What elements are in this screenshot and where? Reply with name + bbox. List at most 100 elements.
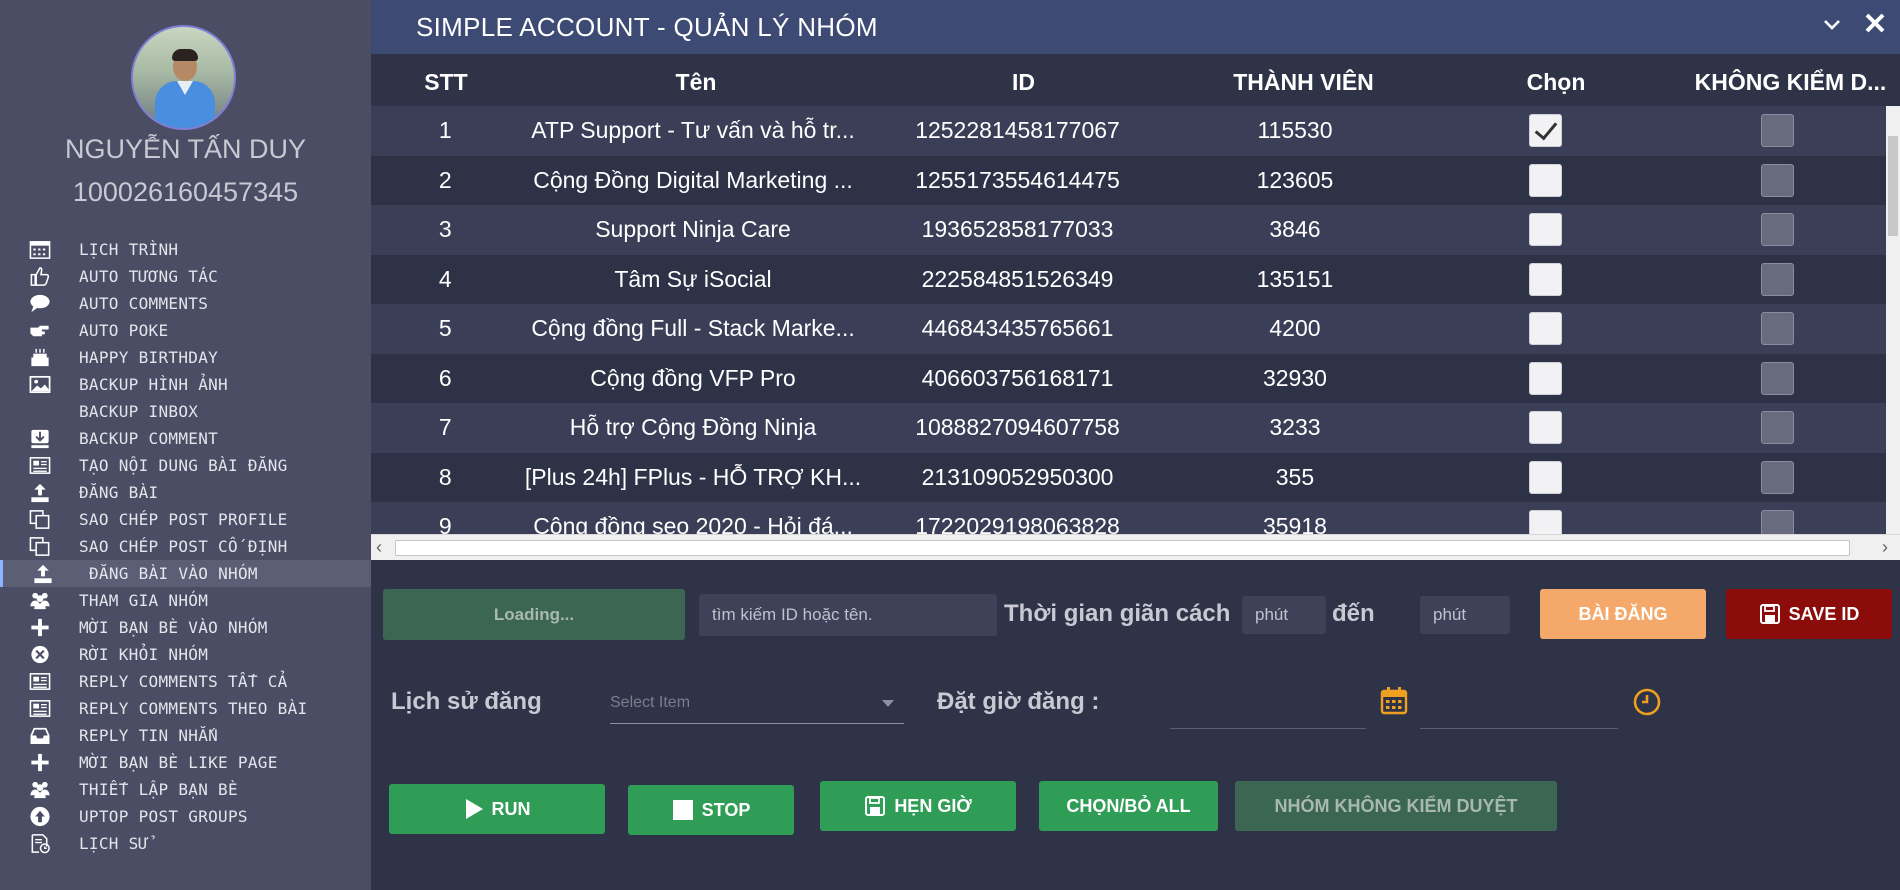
calendar-icon[interactable]	[1379, 686, 1409, 716]
sidebar-item-6[interactable]: BACKUP INBOX	[0, 398, 371, 425]
cell-ten: Cộng đồng VFP Pro	[590, 364, 796, 391]
sidebar-item-17[interactable]: REPLY COMMENTS THEO BÀI	[0, 695, 371, 722]
select-checkbox[interactable]	[1528, 361, 1562, 395]
search-input[interactable]	[699, 594, 997, 636]
calendar-icon	[27, 238, 53, 261]
sidebar-item-15[interactable]: RỜI KHỎI NHÓM	[0, 641, 371, 668]
sidebar-item-2[interactable]: AUTO COMMENTS	[0, 290, 371, 317]
clock-icon[interactable]	[1632, 687, 1662, 717]
sidebar-item-10[interactable]: SAO CHÉP POST PROFILE	[0, 506, 371, 533]
table-row[interactable]: 6 Cộng đồng VFP Pro 406603756168171 32930	[371, 353, 1886, 403]
table-row[interactable]: 3 Support Ninja Care 193652858177033 3846	[371, 205, 1886, 255]
sidebar-item-8[interactable]: TẠO NỘI DUNG BÀI ĐĂNG	[0, 452, 371, 479]
select-checkbox[interactable]	[1528, 460, 1562, 494]
post-button[interactable]: BÀI ĐĂNG	[1540, 589, 1706, 639]
sidebar-item-14[interactable]: MỜI BẠN BÈ VÀO NHÓM	[0, 614, 371, 641]
select-checkbox[interactable]	[1528, 213, 1562, 247]
schedule-label: Đặt giờ đăng :	[937, 688, 1100, 715]
sidebar-item-18[interactable]: REPLY TIN NHẮN	[0, 722, 371, 749]
close-button[interactable]	[1861, 11, 1889, 39]
no-review-checkbox[interactable]	[1761, 460, 1794, 494]
sidebar-item-label: REPLY TIN NHẮN	[79, 726, 219, 745]
select-checkbox[interactable]	[1528, 163, 1562, 197]
no-review-checkbox[interactable]	[1761, 510, 1794, 534]
table-row[interactable]: 4 Tâm Sự iSocial 222584851526349 135151	[371, 254, 1886, 304]
table-row[interactable]: 9 Cộng đồng seo 2020 - Hỏi đá... 172202919…	[371, 502, 1886, 534]
header-chon[interactable]: Chọn	[1431, 54, 1681, 104]
header-thanh-vien[interactable]: THÀNH VIÊN	[1176, 54, 1431, 104]
inbox-icon	[27, 724, 53, 747]
sidebar-item-21[interactable]: UPTOP POST GROUPS	[0, 803, 371, 830]
select-checkbox[interactable]	[1528, 312, 1562, 346]
no-review-checkbox[interactable]	[1761, 262, 1794, 296]
no-review-checkbox[interactable]	[1761, 361, 1794, 395]
no-review-checkbox[interactable]	[1761, 411, 1794, 445]
avatar[interactable]	[131, 25, 236, 130]
table-row[interactable]: 2 Cộng Đồng Digital Marketing ... 12551735…	[371, 155, 1886, 205]
cell-id: 1252281458177067	[915, 117, 1120, 144]
vertical-scrollbar[interactable]	[1886, 106, 1900, 534]
sidebar-item-1[interactable]: AUTO TƯƠNG TÁC	[0, 263, 371, 290]
schedule-time-field[interactable]	[1420, 728, 1618, 729]
table-row[interactable]: 8 [Plus 24h] FPlus - HỖ TRỢ KH... 21310905…	[371, 452, 1886, 502]
header-stt[interactable]: STT	[371, 54, 521, 104]
sidebar-item-3[interactable]: AUTO POKE	[0, 317, 371, 344]
select-checkbox[interactable]	[1528, 411, 1562, 445]
table-row[interactable]: 7 Hỗ trợ Cộng Đồng Ninja 1088827094607758 3…	[371, 403, 1886, 453]
schedule-date-field[interactable]	[1170, 728, 1366, 729]
no-review-checkbox[interactable]	[1761, 312, 1794, 346]
sidebar-item-label: ĐĂNG BÀI VÀO NHÓM	[89, 564, 258, 583]
sidebar-item-19[interactable]: MỜI BẠN BÈ LIKE PAGE	[0, 749, 371, 776]
table-row[interactable]: 5 Cộng đồng Full - Stack Marke... 44684343…	[371, 304, 1886, 354]
sidebar-item-label: BACKUP COMMENT	[79, 429, 219, 448]
sidebar-item-12[interactable]: ĐĂNG BÀI VÀO NHÓM	[0, 560, 371, 587]
no-review-checkbox[interactable]	[1761, 213, 1794, 247]
loading-button[interactable]: Loading...	[383, 589, 685, 640]
minimize-button[interactable]	[1819, 13, 1845, 39]
user-id: 100026160457345	[72, 177, 299, 207]
interval-to-input[interactable]	[1420, 596, 1510, 634]
cell-thanh-vien: 3233	[1269, 414, 1321, 441]
no-review-checkbox[interactable]	[1761, 163, 1794, 197]
select-checkbox[interactable]	[1528, 510, 1562, 534]
sidebar-item-16[interactable]: REPLY COMMENTS TẤT CẢ	[0, 668, 371, 695]
window-title: SIMPLE ACCOUNT - QUẢN LÝ NHÓM	[416, 12, 878, 42]
horizontal-scroll-thumb[interactable]	[395, 540, 1850, 556]
history-select-placeholder: Select Item	[610, 694, 691, 711]
sidebar-item-7[interactable]: BACKUP COMMENT	[0, 425, 371, 452]
vertical-scroll-thumb[interactable]	[1888, 136, 1898, 236]
sidebar-item-0[interactable]: LỊCH TRÌNH	[0, 236, 371, 263]
header-ten[interactable]: Tên	[521, 54, 871, 104]
no-review-checkbox[interactable]	[1761, 114, 1794, 148]
sidebar-item-13[interactable]: THAM GIA NHÓM	[0, 587, 371, 614]
scroll-right-icon[interactable]: ›	[1882, 537, 1888, 558]
sidebar-item-label: ĐĂNG BÀI	[79, 483, 159, 502]
save-id-button[interactable]: SAVE ID	[1726, 589, 1892, 639]
no-review-groups-button[interactable]: NHÓM KHÔNG KIỂM DUYỆT	[1235, 781, 1557, 831]
stop-button[interactable]: STOP	[628, 785, 794, 835]
sidebar-item-22[interactable]: LỊCH SỬ	[0, 830, 371, 857]
sidebar-item-label: THAM GIA NHÓM	[79, 591, 209, 610]
history-select[interactable]: Select Item	[610, 684, 904, 724]
cell-khong-kiem-duyet	[1669, 114, 1886, 148]
select-checkbox[interactable]	[1528, 262, 1562, 296]
timer-button[interactable]: HẸN GIỜ	[820, 781, 1016, 831]
cell-ten: [Plus 24h] FPlus - HỖ TRỢ KH...	[524, 463, 862, 490]
header-id[interactable]: ID	[871, 54, 1176, 104]
cell-id: 1255173554614475	[915, 166, 1120, 193]
horizontal-scrollbar[interactable]: ‹ ›	[371, 534, 1900, 560]
select-checkbox[interactable]	[1528, 114, 1562, 148]
cell-ten: Tâm Sự iSocial	[614, 265, 772, 292]
sidebar-item-9[interactable]: ĐĂNG BÀI	[0, 479, 371, 506]
sidebar-item-11[interactable]: SAO CHÉP POST CỐ ĐỊNH	[0, 533, 371, 560]
header-khong-kiem-duyet[interactable]: KHÔNG KIỂM D...	[1681, 54, 1900, 104]
sidebar-item-20[interactable]: THIẾT LẬP BẠN BÈ	[0, 776, 371, 803]
sidebar-item-5[interactable]: BACKUP HÌNH ẢNH	[0, 371, 371, 398]
sidebar-item-label: REPLY COMMENTS TẤT CẢ	[79, 672, 288, 691]
run-button[interactable]: RUN	[389, 784, 605, 834]
sidebar-item-4[interactable]: HAPPY BIRTHDAY	[0, 344, 371, 371]
table-row[interactable]: 1 ATP Support - Tư vấn và hỗ tr... 1252281…	[371, 106, 1886, 156]
interval-from-input[interactable]	[1242, 596, 1326, 634]
select-all-button[interactable]: CHỌN/BỎ ALL	[1039, 781, 1218, 831]
scroll-left-icon[interactable]: ‹	[376, 537, 382, 558]
